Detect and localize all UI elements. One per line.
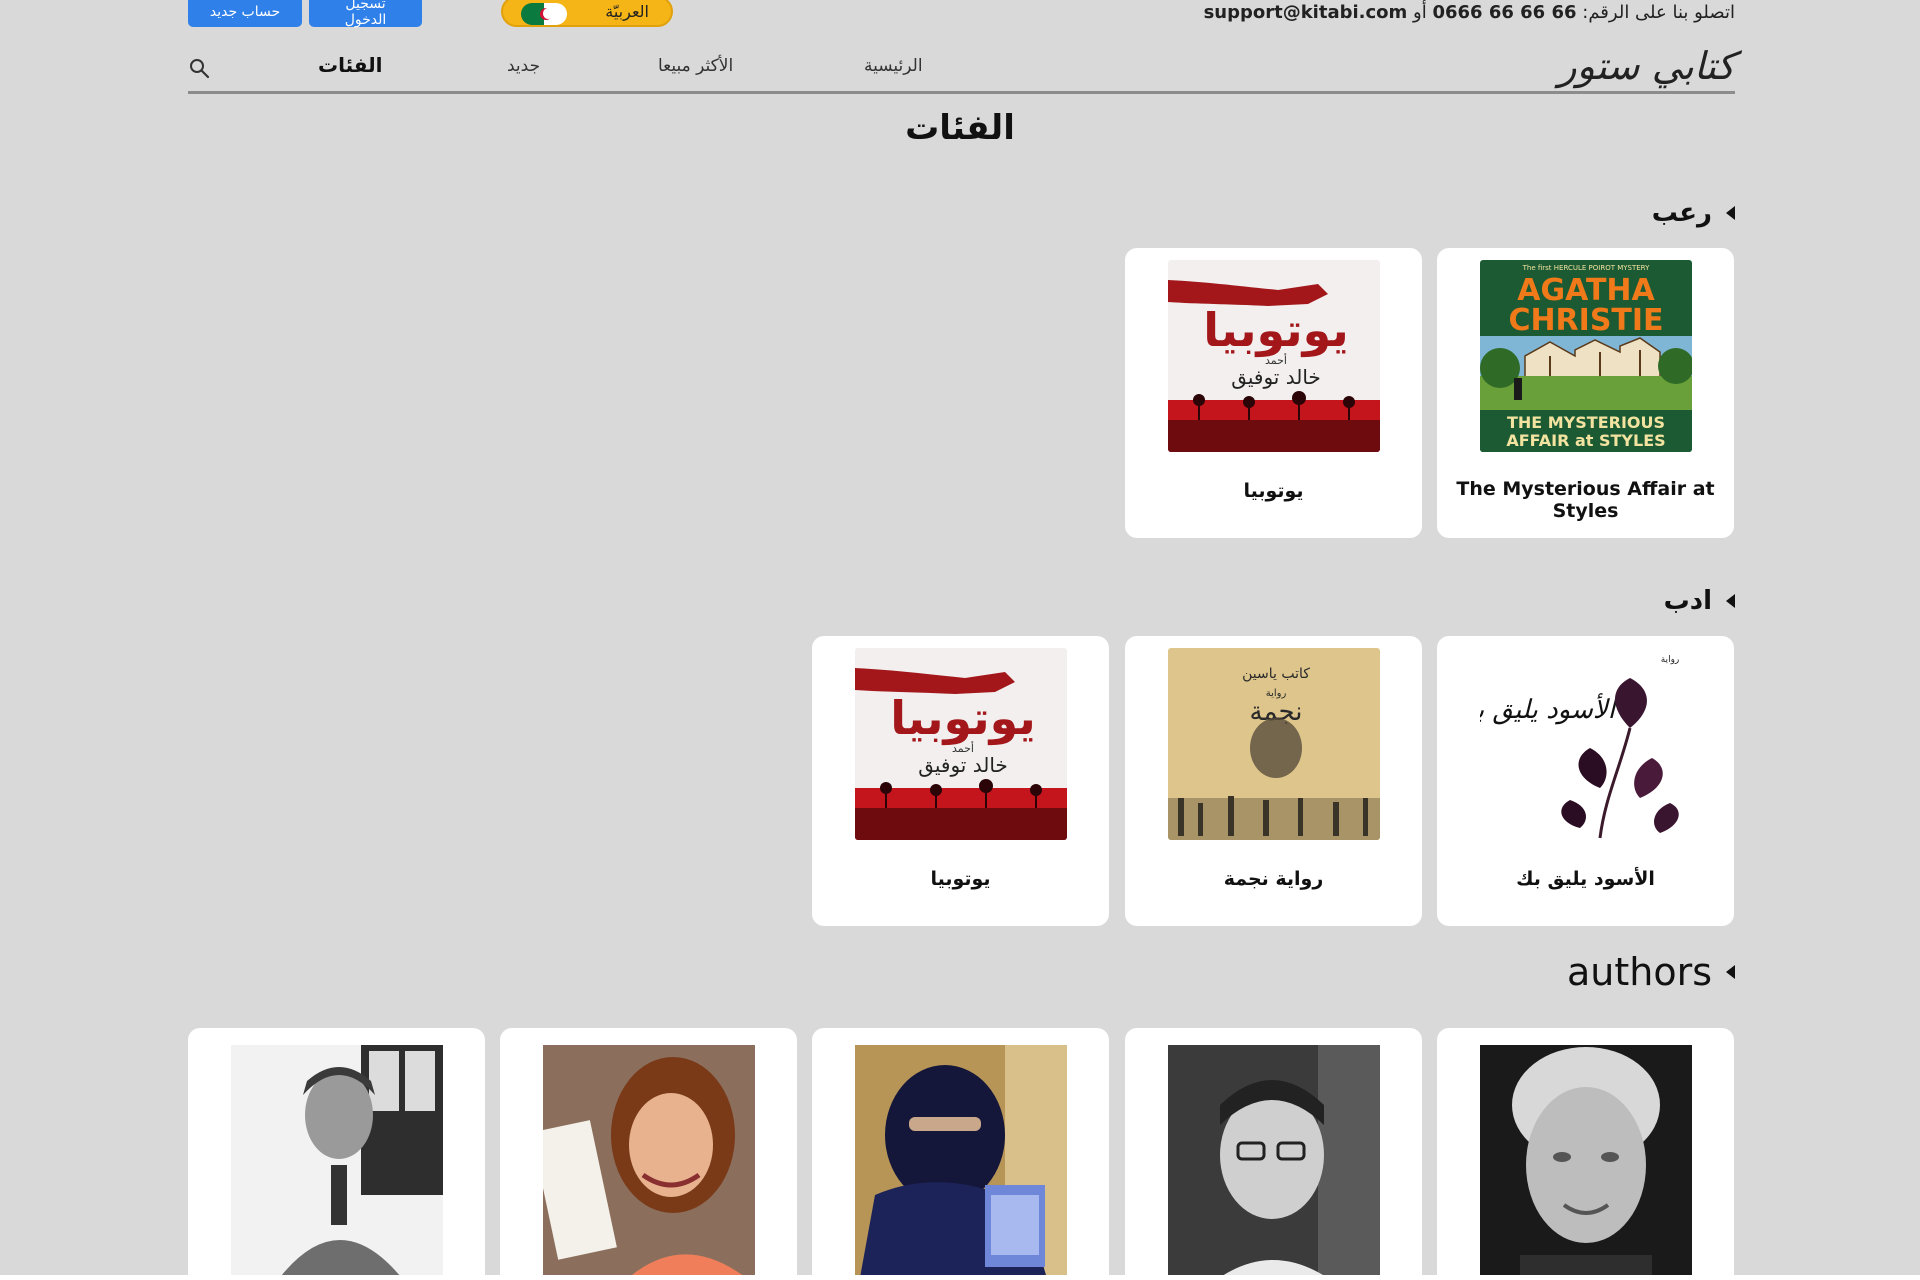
author-portrait <box>1168 1045 1380 1275</box>
caret-left-icon <box>1726 965 1735 979</box>
book-card[interactable]: رواية الأسود يليق بك الأسود يليق بك <box>1437 636 1734 926</box>
book-title: الأسود يليق بك <box>1516 868 1655 890</box>
cover-author: خالد توفيق <box>918 753 1008 777</box>
section-header-horror[interactable]: رعب <box>1652 198 1735 228</box>
cover-series: The first HERCULE POIROT MYSTERY <box>1522 264 1650 272</box>
nav-home[interactable]: الرئيسية <box>864 56 923 76</box>
cover-subtitle-line1: THE MYSTERIOUS <box>1507 413 1665 432</box>
nav-new[interactable]: جديد <box>507 56 540 76</box>
contact-email[interactable]: support@kitabi.com <box>1204 2 1408 23</box>
book-title: رواية نجمة <box>1223 868 1324 890</box>
cover-author: كاتب ياسين <box>1242 666 1310 682</box>
cover-author: خالد توفيق <box>1231 365 1321 389</box>
section-title: ادب <box>1663 586 1712 616</box>
top-bar: حساب جديد تسجيل الدخول العربيّة اتصلو بن… <box>188 0 1735 30</box>
author-portrait <box>855 1045 1067 1275</box>
page-title: الفئات <box>905 108 1015 148</box>
author-card[interactable] <box>1125 1028 1422 1275</box>
nav-bestsellers[interactable]: الأكثر مبيعا <box>658 56 733 76</box>
page: حساب جديد تسجيل الدخول العربيّة اتصلو بن… <box>0 0 1920 1275</box>
language-switcher[interactable]: العربيّة <box>501 0 673 27</box>
site-logo[interactable]: كتابي ستور <box>1558 44 1735 88</box>
login-label-line1: تسجيل <box>345 0 386 12</box>
book-card[interactable]: يوتوبيا أحمد خالد توفيق يوتوبيا <box>1125 248 1422 538</box>
author-portrait <box>231 1045 443 1275</box>
author-card[interactable] <box>188 1028 485 1275</box>
book-cover: The first HERCULE POIROT MYSTERY AGATHA … <box>1480 260 1692 452</box>
nav-categories[interactable]: الفئات <box>318 53 383 77</box>
cover-subtitle-line2: AFFAIR at STYLES <box>1506 431 1665 450</box>
book-cover: يوتوبيا أحمد خالد توفيق <box>855 648 1067 840</box>
contact-phone[interactable]: 0666 66 66 66 <box>1432 2 1576 23</box>
book-cover: رواية الأسود يليق بك <box>1480 648 1692 840</box>
language-label: العربيّة <box>605 2 649 21</box>
algeria-flag-icon <box>521 3 567 25</box>
login-button[interactable]: تسجيل الدخول <box>309 0 422 28</box>
contact-prefix: اتصلو بنا على الرقم: <box>1582 2 1735 23</box>
contact-or: أو <box>1413 2 1427 23</box>
cover-label: رواية <box>1661 655 1680 665</box>
register-button[interactable]: حساب جديد <box>188 0 302 27</box>
caret-left-icon <box>1726 594 1735 608</box>
author-card[interactable] <box>812 1028 1109 1275</box>
book-card[interactable]: The first HERCULE POIROT MYSTERY AGATHA … <box>1437 248 1734 538</box>
bottom-strip <box>0 1275 1920 1280</box>
search-icon[interactable] <box>188 57 212 81</box>
book-title: يوتوبيا <box>1243 480 1304 502</box>
main-navbar: الفئات جديد الأكثر مبيعا الرئيسية كتابي … <box>188 42 1735 94</box>
cover-title: يوتوبيا <box>890 691 1036 745</box>
cover-title: يوتوبيا <box>1203 303 1349 357</box>
book-cover: كاتب ياسين رواية نجمة <box>1168 648 1380 840</box>
section-header-literature[interactable]: ادب <box>1664 586 1735 616</box>
book-title: The Mysterious Affair at Styles <box>1456 478 1715 522</box>
book-title: يوتوبيا <box>930 868 991 890</box>
section-header-authors[interactable]: authors <box>1567 950 1735 994</box>
contact-info: اتصلو بنا على الرقم: 0666 66 66 66 أو su… <box>1204 2 1735 23</box>
author-portrait <box>1480 1045 1692 1275</box>
author-portrait <box>543 1045 755 1275</box>
login-label-line2: الدخول <box>344 11 387 28</box>
book-card[interactable]: كاتب ياسين رواية نجمة رواية نجمة <box>1125 636 1422 926</box>
cover-title: الأسود يليق بك <box>1480 693 1618 725</box>
author-card[interactable] <box>500 1028 797 1275</box>
section-title: authors <box>1566 950 1712 994</box>
book-cover: يوتوبيا أحمد خالد توفيق <box>1168 260 1380 452</box>
caret-left-icon <box>1726 206 1735 220</box>
book-card[interactable]: يوتوبيا أحمد خالد توفيق يوتوبيا <box>812 636 1109 926</box>
author-card[interactable] <box>1437 1028 1734 1275</box>
cover-author-line2: CHRISTIE <box>1508 303 1663 338</box>
section-title: رعب <box>1651 198 1712 228</box>
